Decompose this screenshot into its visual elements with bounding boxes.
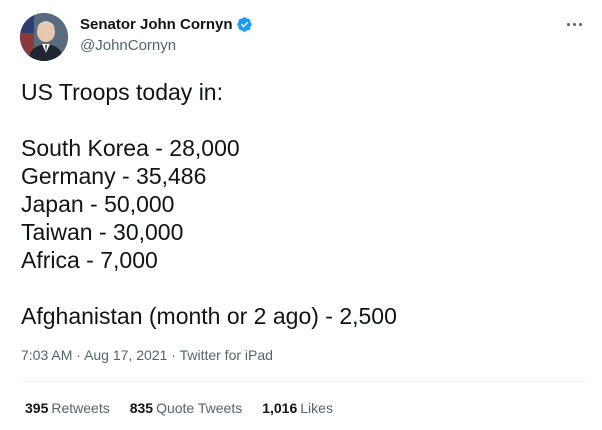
avatar[interactable]	[20, 13, 68, 61]
tweet-line: Germany - 35,486	[21, 163, 207, 189]
meta-separator: ·	[76, 347, 81, 363]
verified-badge-icon	[236, 16, 253, 33]
avatar-photo	[20, 13, 68, 61]
tweet-card: Senator John Cornyn @JohnCornyn US Troop…	[0, 0, 602, 430]
engagement-stats: 395 Retweets 835 Quote Tweets 1,016 Likes	[25, 400, 353, 416]
divider	[21, 381, 586, 382]
tweet-line: Japan - 50,000	[21, 191, 175, 217]
tweet-line: Taiwan - 30,000	[21, 219, 184, 245]
more-options-icon[interactable]	[562, 14, 586, 34]
retweets-label: Retweets	[51, 400, 110, 416]
tweet-line: Afghanistan (month or 2 ago) - 2,500	[21, 303, 397, 329]
quote-tweets-label: Quote Tweets	[156, 400, 243, 416]
meta-separator: ·	[171, 347, 176, 363]
likes-count: 1,016	[262, 400, 298, 416]
tweet-meta: 7:03 AM · Aug 17, 2021 · Twitter for iPa…	[21, 347, 273, 363]
name-row: Senator John Cornyn	[80, 14, 253, 34]
author-handle[interactable]: @JohnCornyn	[80, 37, 253, 54]
likes-label: Likes	[300, 400, 333, 416]
author-display-name[interactable]: Senator John Cornyn	[80, 16, 233, 33]
retweets-count: 395	[25, 400, 49, 416]
quote-tweets-count: 835	[129, 400, 154, 416]
tweet-source[interactable]: Twitter for iPad	[180, 347, 273, 363]
tweet-line: US Troops today in:	[21, 79, 223, 105]
quote-tweets-stat[interactable]: 835 Quote Tweets	[130, 400, 243, 416]
likes-stat[interactable]: 1,016 Likes	[262, 400, 333, 416]
tweet-line: Africa - 7,000	[21, 247, 158, 273]
tweet-text: US Troops today in: South Korea - 28,000…	[21, 78, 581, 330]
tweet-time[interactable]: 7:03 AM	[21, 347, 72, 363]
retweets-stat[interactable]: 395 Retweets	[25, 400, 110, 416]
tweet-date[interactable]: Aug 17, 2021	[84, 347, 167, 363]
tweet-line: South Korea - 28,000	[21, 135, 240, 161]
author-block: Senator John Cornyn @JohnCornyn	[80, 14, 253, 54]
